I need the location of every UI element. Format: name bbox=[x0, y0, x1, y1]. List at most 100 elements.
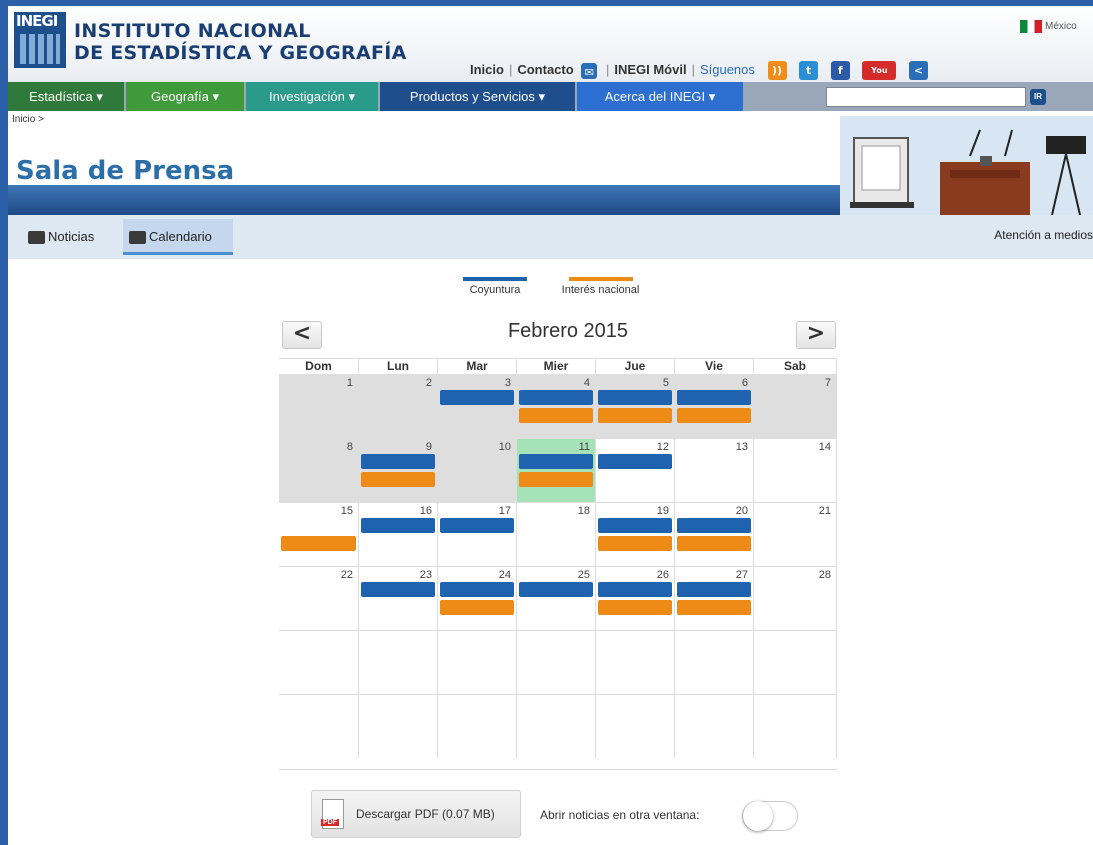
country-selector[interactable]: México bbox=[1020, 20, 1077, 33]
event-interes-nacional[interactable] bbox=[361, 472, 435, 487]
nav-estadistica[interactable]: Estadística ▾ bbox=[8, 82, 124, 111]
calendar-day[interactable]: 9 bbox=[359, 438, 438, 502]
calendar-day[interactable]: 6 bbox=[675, 374, 754, 438]
calendar-day[interactable]: 27 bbox=[675, 566, 754, 630]
press-room-illustration bbox=[840, 116, 1093, 215]
calendar-day[interactable]: 13 bbox=[675, 438, 754, 502]
event-coyuntura[interactable] bbox=[440, 518, 514, 533]
nav-investigacion[interactable]: Investigación ▾ bbox=[246, 82, 378, 111]
nav-acerca-inegi[interactable]: Acerca del INEGI ▾ bbox=[577, 82, 743, 111]
event-interes-nacional[interactable] bbox=[598, 536, 672, 551]
new-window-toggle[interactable] bbox=[742, 801, 798, 831]
calendar-day[interactable]: 19 bbox=[596, 502, 675, 566]
calendar-day[interactable]: 22 bbox=[279, 566, 359, 630]
day-number: 25 bbox=[577, 569, 590, 581]
calendar-day[interactable]: 25 bbox=[517, 566, 596, 630]
calendar-day[interactable]: 16 bbox=[359, 502, 438, 566]
event-coyuntura[interactable] bbox=[519, 454, 593, 469]
calendar-day[interactable]: 15 bbox=[279, 502, 359, 566]
calendar-day[interactable]: 24 bbox=[438, 566, 517, 630]
calendar-day[interactable]: 3 bbox=[438, 374, 517, 438]
facebook-icon[interactable]: f bbox=[830, 61, 850, 80]
search-input[interactable] bbox=[826, 87, 1026, 107]
event-coyuntura[interactable] bbox=[440, 390, 514, 405]
calendar-day[interactable]: 5 bbox=[596, 374, 675, 438]
calendar-day-today[interactable]: 11 bbox=[517, 438, 596, 502]
calendar-day[interactable]: 2 bbox=[359, 374, 438, 438]
calendar-day[interactable]: 8 bbox=[279, 438, 359, 502]
tab-calendario[interactable]: Calendario bbox=[123, 219, 233, 255]
rss-icon[interactable]: )) bbox=[767, 61, 787, 80]
calendar-day[interactable] bbox=[279, 694, 359, 758]
share-icon[interactable]: < bbox=[909, 61, 929, 80]
calendar-day[interactable] bbox=[517, 694, 596, 758]
event-coyuntura[interactable] bbox=[677, 518, 751, 533]
calendar-day[interactable]: 12 bbox=[596, 438, 675, 502]
tab-noticias[interactable]: Noticias bbox=[22, 219, 112, 255]
calendar-day[interactable] bbox=[438, 630, 517, 694]
calendar-day[interactable]: 17 bbox=[438, 502, 517, 566]
calendar-day[interactable] bbox=[279, 630, 359, 694]
breadcrumb[interactable]: Inicio > bbox=[12, 114, 44, 125]
search-button[interactable]: IR bbox=[1030, 89, 1046, 105]
event-coyuntura[interactable] bbox=[361, 582, 435, 597]
link-contacto[interactable]: Contacto bbox=[517, 62, 573, 77]
calendar-day[interactable]: 7 bbox=[754, 374, 837, 438]
calendar-day[interactable] bbox=[517, 630, 596, 694]
event-interes-nacional[interactable] bbox=[677, 408, 751, 423]
toggle-knob[interactable] bbox=[743, 801, 773, 831]
event-interes-nacional[interactable] bbox=[281, 536, 356, 551]
calendar-day[interactable] bbox=[438, 694, 517, 758]
event-coyuntura[interactable] bbox=[519, 390, 593, 405]
calendar-day[interactable] bbox=[596, 630, 675, 694]
weekday-header: Sab bbox=[754, 358, 837, 374]
event-coyuntura[interactable] bbox=[361, 518, 435, 533]
event-coyuntura[interactable] bbox=[440, 582, 514, 597]
youtube-icon[interactable]: You bbox=[862, 61, 897, 80]
inegi-logo[interactable]: INEGI bbox=[14, 12, 66, 68]
event-coyuntura[interactable] bbox=[677, 582, 751, 597]
calendar-day[interactable] bbox=[754, 630, 837, 694]
twitter-icon[interactable]: t bbox=[799, 61, 819, 80]
next-month-button[interactable]: > bbox=[796, 321, 836, 349]
event-coyuntura[interactable] bbox=[598, 518, 672, 533]
calendar-day[interactable]: 4 bbox=[517, 374, 596, 438]
event-interes-nacional[interactable] bbox=[519, 408, 593, 423]
contact-mail-icon[interactable]: ✉ bbox=[581, 62, 598, 79]
calendar-day[interactable]: 1 bbox=[279, 374, 359, 438]
calendar-day[interactable] bbox=[675, 630, 754, 694]
link-inegi-movil[interactable]: INEGI Móvil bbox=[614, 62, 686, 77]
atencion-medios-link[interactable]: Atención a medios bbox=[994, 228, 1093, 242]
event-coyuntura[interactable] bbox=[598, 390, 672, 405]
download-pdf-button[interactable]: PDF Descargar PDF (0.07 MB) bbox=[311, 790, 521, 838]
nav-productos-servicios[interactable]: Productos y Servicios ▾ bbox=[380, 82, 575, 111]
event-coyuntura[interactable] bbox=[598, 454, 672, 469]
calendar-day[interactable]: 18 bbox=[517, 502, 596, 566]
event-coyuntura[interactable] bbox=[361, 454, 435, 469]
calendar-day[interactable] bbox=[359, 630, 438, 694]
link-siguenos[interactable]: Síguenos bbox=[700, 62, 755, 77]
event-interes-nacional[interactable] bbox=[598, 408, 672, 423]
calendar-day[interactable]: 28 bbox=[754, 566, 837, 630]
calendar-day[interactable]: 26 bbox=[596, 566, 675, 630]
calendar-day[interactable] bbox=[675, 694, 754, 758]
nav-geografia[interactable]: Geografía ▾ bbox=[126, 82, 244, 111]
event-coyuntura[interactable] bbox=[519, 582, 593, 597]
calendar-day[interactable] bbox=[359, 694, 438, 758]
event-interes-nacional[interactable] bbox=[519, 472, 593, 487]
calendar-day[interactable]: 20 bbox=[675, 502, 754, 566]
event-coyuntura[interactable] bbox=[677, 390, 751, 405]
event-interes-nacional[interactable] bbox=[598, 600, 672, 615]
prev-month-button[interactable]: < bbox=[282, 321, 322, 349]
event-interes-nacional[interactable] bbox=[440, 600, 514, 615]
calendar-day[interactable] bbox=[754, 694, 837, 758]
event-interes-nacional[interactable] bbox=[677, 600, 751, 615]
calendar-day[interactable]: 10 bbox=[438, 438, 517, 502]
link-inicio[interactable]: Inicio bbox=[470, 62, 504, 77]
calendar-day[interactable]: 21 bbox=[754, 502, 837, 566]
calendar-day[interactable] bbox=[596, 694, 675, 758]
calendar-day[interactable]: 23 bbox=[359, 566, 438, 630]
event-interes-nacional[interactable] bbox=[677, 536, 751, 551]
calendar-day[interactable]: 14 bbox=[754, 438, 837, 502]
event-coyuntura[interactable] bbox=[598, 582, 672, 597]
